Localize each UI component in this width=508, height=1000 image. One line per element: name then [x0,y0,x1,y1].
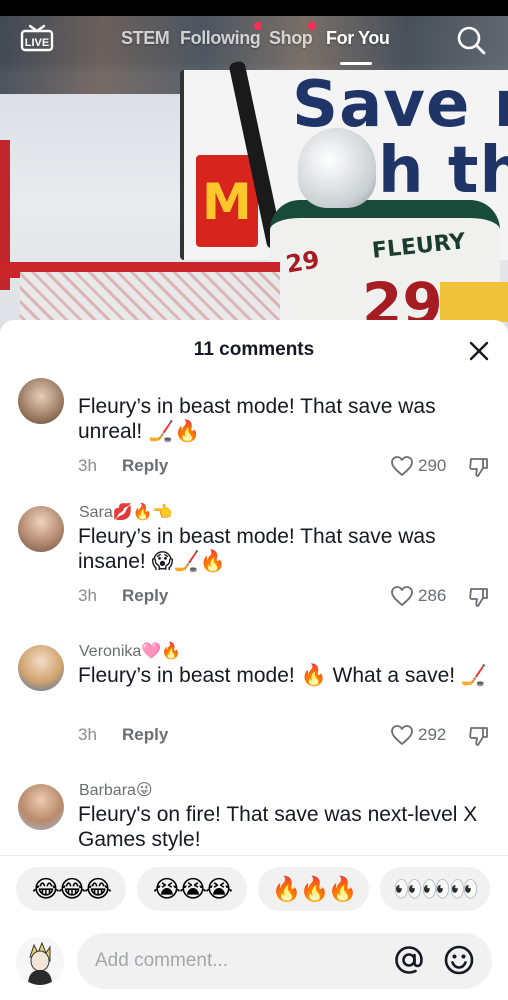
close-icon[interactable] [466,338,492,364]
like-count: 292 [418,725,447,744]
tab-following[interactable]: Following [180,28,261,49]
reply-button[interactable]: Reply [122,456,168,476]
comment-username[interactable]: Sara💋🔥👈 [79,502,173,522]
heart-icon[interactable] [390,455,414,477]
comment-time: 3h [78,456,97,475]
goalie-helmet [298,128,376,208]
emoji-icon[interactable] [443,944,475,976]
avatar[interactable] [18,378,64,424]
tab-stem[interactable]: STEM [121,28,170,49]
status-bar [0,0,508,16]
divider [0,855,508,856]
comment-username[interactable]: Veronika🩷🔥 [79,641,181,661]
heart-icon[interactable] [390,724,414,746]
dislike-icon[interactable] [467,585,491,609]
tab-shop[interactable]: Shop [269,28,313,49]
sleeve-number: 29 [283,245,322,279]
comment-time: 3h [78,586,97,605]
mention-icon[interactable] [393,944,425,976]
avatar[interactable] [18,645,64,691]
comment-list[interactable]: Fleury’s in beast mode! That save was un… [0,376,508,856]
comment-username[interactable]: Barbara😜 [79,780,153,800]
live-icon[interactable]: LIVE [20,24,54,52]
svg-text:LIVE: LIVE [25,37,49,49]
search-icon[interactable] [455,24,487,56]
quick-emoji-fire[interactable]: 🔥🔥🔥 [258,867,369,911]
dislike-icon[interactable] [467,455,491,479]
reply-button[interactable]: Reply [122,725,168,745]
brand-logo: M [196,155,258,247]
comment-time: 3h [78,725,97,744]
comment-text: Fleury’s in beast mode! 🔥 What a save! 🏒 [78,664,488,687]
tab-for-you[interactable]: For You [326,28,390,49]
following-notification-dot [254,22,262,30]
comments-sheet: 11 comments Fleury’s in beast mode! That… [0,320,508,1000]
comment-text: Fleury’s in beast mode! That save was in… [78,525,436,573]
comment-text: Fleury’s in beast mode! That save was un… [78,395,436,443]
quick-emoji-eyes[interactable]: 👀👀👀 [380,867,490,911]
active-tab-indicator [340,62,372,65]
quick-emoji-laugh[interactable]: 😂😂😂 [16,867,126,911]
comment-input[interactable] [77,933,492,989]
like-count: 290 [418,456,447,475]
reply-button[interactable]: Reply [122,586,168,606]
comment-text: Fleury's on fire! That save was next-lev… [78,803,478,851]
comments-count-title: 11 comments [193,339,315,360]
avatar[interactable] [18,784,64,830]
avatar[interactable] [18,506,64,552]
my-avatar [16,937,64,985]
quick-emoji-cry[interactable]: 😭😭😭 [137,867,247,911]
top-nav: LIVE STEM Following Shop For You [0,16,508,70]
shop-notification-dot [308,22,316,30]
dislike-icon[interactable] [467,724,491,748]
heart-icon[interactable] [390,585,414,607]
like-count: 286 [418,586,447,605]
yellow-board-strip [440,282,508,322]
